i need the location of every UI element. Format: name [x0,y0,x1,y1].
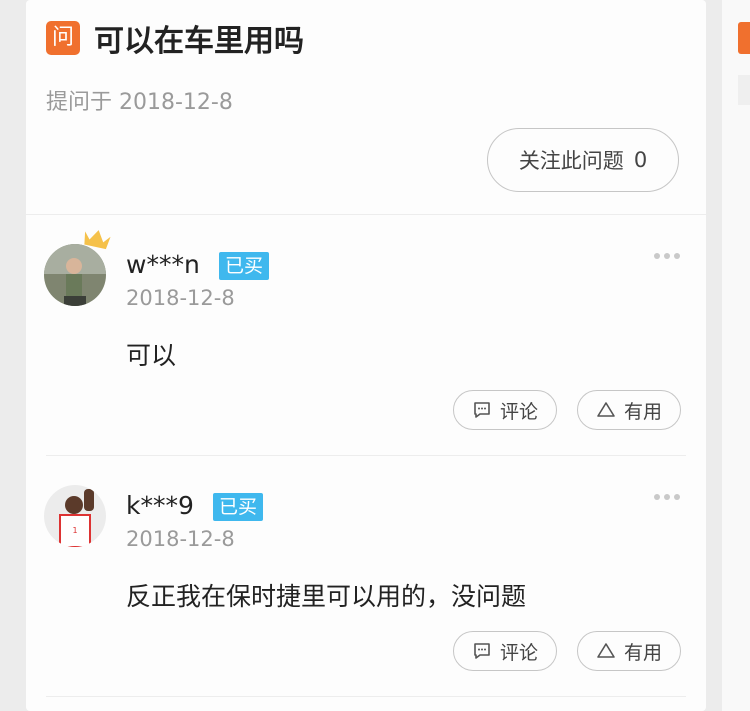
question-icon: 问 [46,21,80,55]
crown-icon [84,230,111,250]
more-options-icon[interactable] [654,485,688,500]
comment-button[interactable]: 评论 [453,390,557,430]
next-question-card-edge [722,0,750,711]
question-icon [738,22,750,54]
triangle-up-icon [597,643,615,658]
divider [46,696,686,697]
placeholder-line [738,75,750,105]
comment-icon [474,402,490,418]
avatar[interactable]: 1 [44,485,106,547]
more-options-icon[interactable] [654,244,688,259]
comment-button[interactable]: 评论 [453,631,557,671]
follow-label: 关注此问题 [518,149,624,173]
useful-label: 有用 [623,641,662,664]
useful-label: 有用 [623,400,662,423]
useful-button[interactable]: 有用 [577,631,681,671]
follow-question-button[interactable]: 关注此问题 0 [487,128,679,192]
answer-date: 2018-12-8 [126,527,235,551]
useful-button[interactable]: 有用 [577,390,681,430]
purchased-badge: 已买 [219,252,270,280]
question-date: 提问于 2018-12-8 [46,90,233,115]
comment-label: 评论 [499,641,538,664]
answer-item: w***n 已买 2018-12-8 可以 评论 有用 [26,214,706,454]
follow-count: 0 [633,148,648,172]
purchased-badge: 已买 [213,493,264,521]
answer-item: 1 k***9 已买 2018-12-8 反正我在保时捷里可以用的，没问题 评论… [26,455,706,695]
username[interactable]: k***9 [126,491,194,520]
username[interactable]: w***n [126,250,200,279]
comment-icon [474,643,490,659]
svg-text:1: 1 [72,526,77,535]
answer-content: 可以 [126,341,177,370]
triangle-up-icon [597,402,615,417]
avatar[interactable] [44,244,106,306]
answer-date: 2018-12-8 [126,286,235,310]
question-card: 问 可以在车里用吗 提问于 2018-12-8 关注此问题 0 w***n 已买… [26,0,706,711]
question-title: 可以在车里用吗 [94,24,304,59]
comment-label: 评论 [499,400,538,423]
answer-content: 反正我在保时捷里可以用的，没问题 [126,582,527,611]
